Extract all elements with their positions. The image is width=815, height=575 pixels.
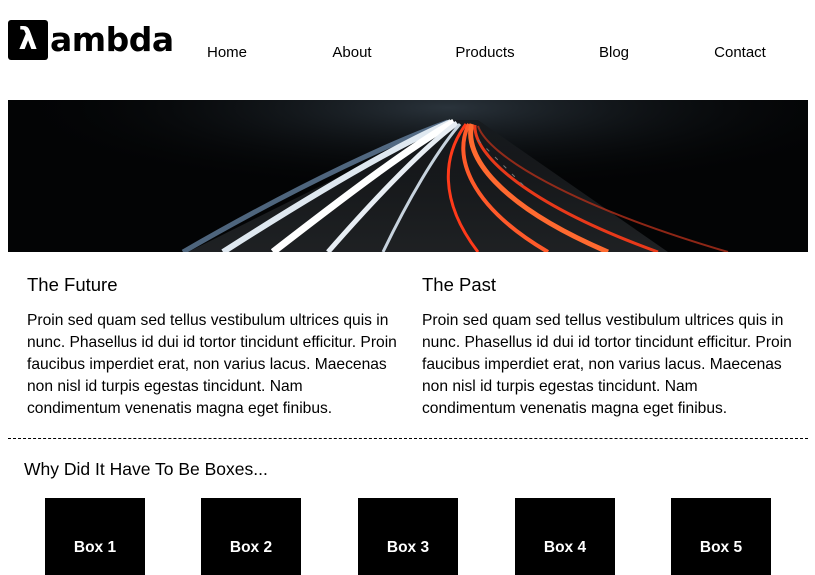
- box-4-label: Box 4: [543, 539, 587, 556]
- nav-home-link[interactable]: Home: [207, 43, 247, 63]
- past-heading: The Past: [422, 274, 497, 295]
- box-4: Box 4: [515, 498, 615, 575]
- past-body: Proin sed quam sed tellus vestibulum ult…: [422, 312, 792, 417]
- past-column: The Past Proin sed quam sed tellus vesti…: [422, 273, 792, 420]
- nav-blog-link[interactable]: Blog: [599, 43, 629, 63]
- hero-light-trails-illustration: [8, 100, 808, 252]
- page: λ ambda Home About Products Blog Contact: [0, 0, 815, 575]
- box-5: Box 5: [671, 498, 771, 575]
- boxes-section-title: Why Did It Have To Be Boxes...: [24, 459, 268, 479]
- hero-image: [8, 100, 808, 252]
- nav-about-link[interactable]: About: [332, 43, 371, 63]
- future-body: Proin sed quam sed tellus vestibulum ult…: [27, 312, 397, 417]
- logo-text: ambda: [50, 20, 174, 59]
- box-3-label: Box 3: [386, 539, 430, 556]
- box-1: Box 1: [45, 498, 145, 575]
- dashed-divider: [8, 438, 808, 439]
- box-1-label: Box 1: [73, 539, 117, 556]
- lambda-logo[interactable]: λ ambda: [8, 20, 174, 60]
- box-2: Box 2: [201, 498, 301, 575]
- box-2-label: Box 2: [229, 539, 273, 556]
- box-3: Box 3: [358, 498, 458, 575]
- future-column: The Future Proin sed quam sed tellus ves…: [27, 273, 397, 420]
- lambda-logo-icon: λ: [8, 20, 48, 60]
- future-heading: The Future: [27, 274, 118, 295]
- box-5-label: Box 5: [699, 539, 743, 556]
- nav-products-link[interactable]: Products: [455, 43, 514, 63]
- main-nav: Home About Products Blog Contact: [170, 43, 810, 63]
- nav-contact-link[interactable]: Contact: [714, 43, 766, 63]
